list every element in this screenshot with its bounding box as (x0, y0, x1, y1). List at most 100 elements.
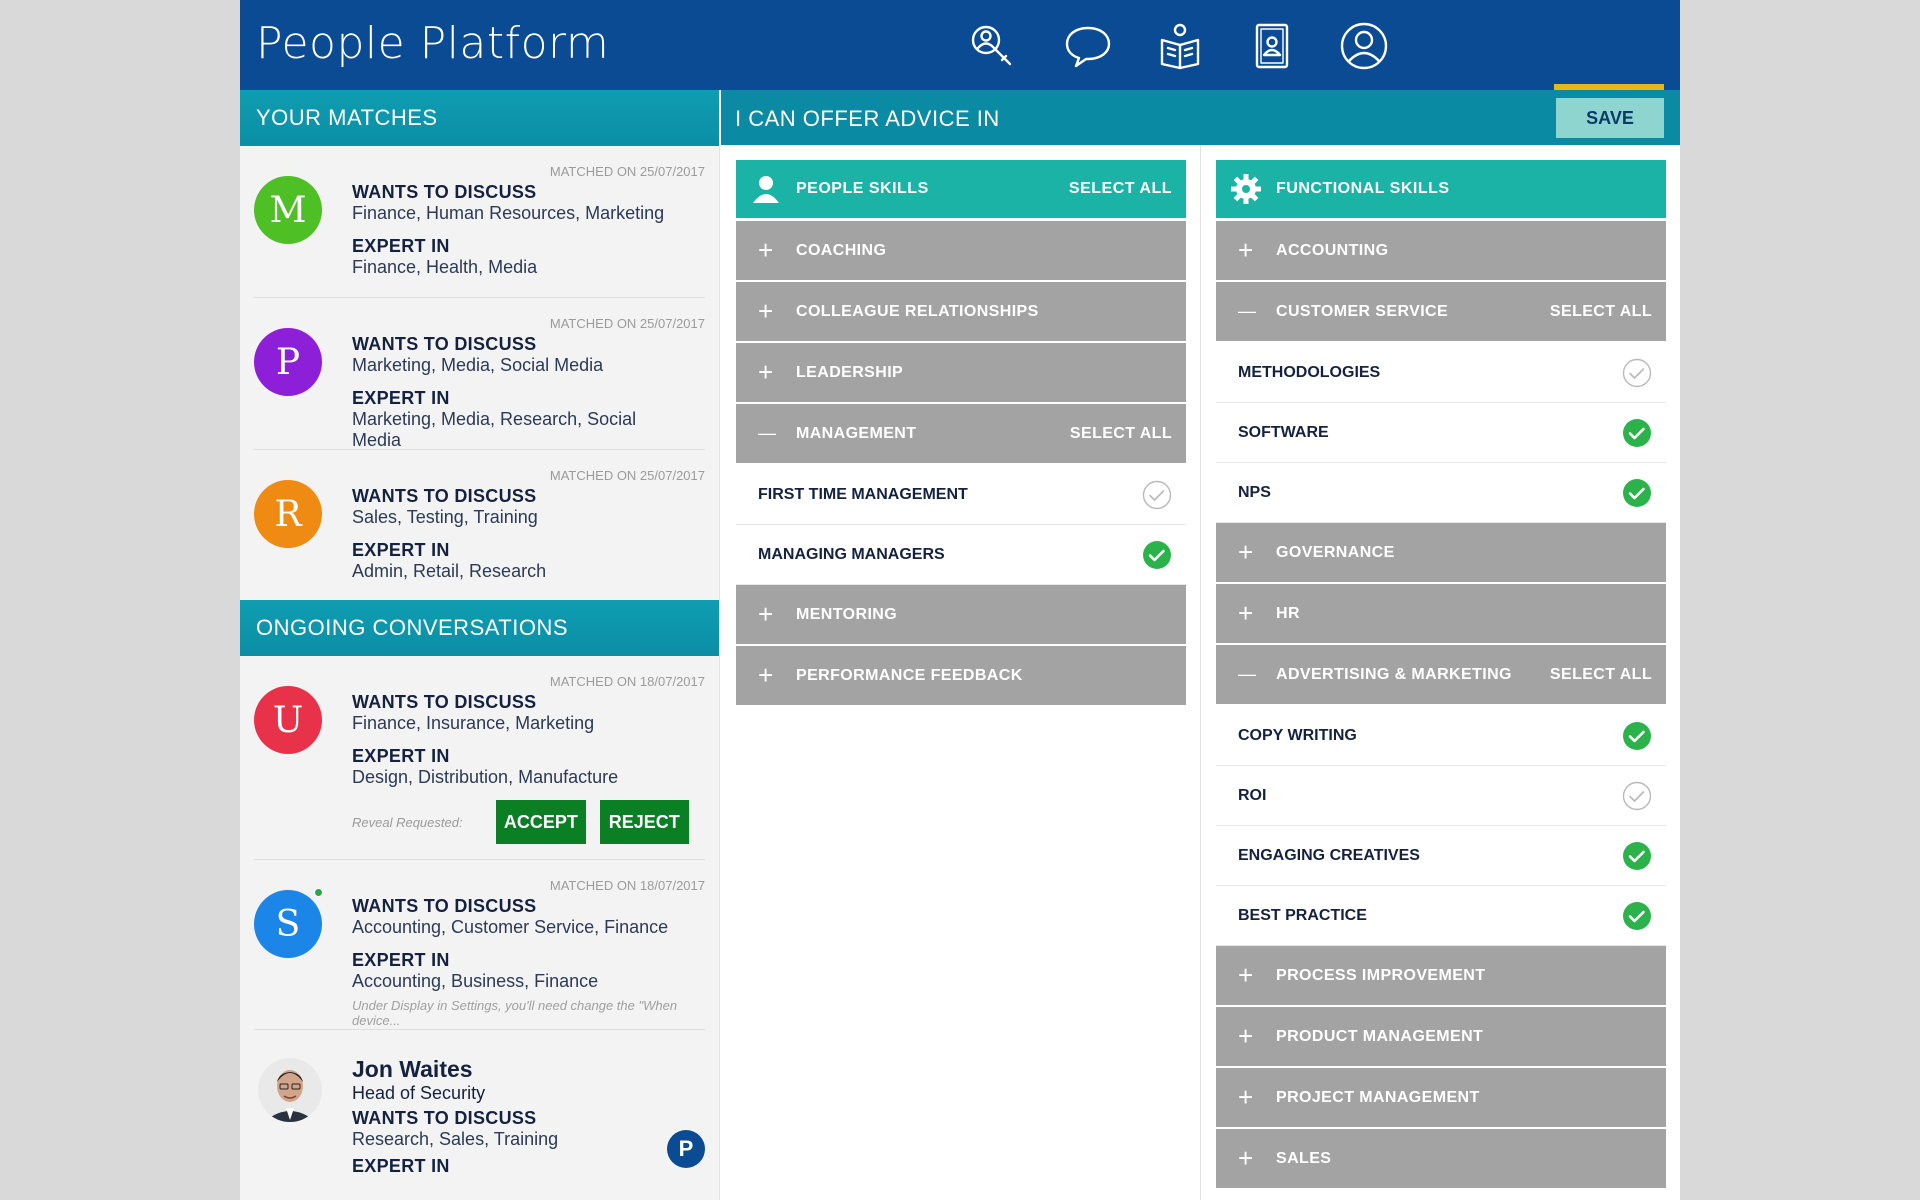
skill-group-hr[interactable]: + HR (1216, 584, 1666, 643)
skill-item-managing-managers[interactable]: MANAGING MANAGERS (736, 525, 1186, 585)
wants-value: Research, Sales, Training (352, 1129, 559, 1149)
expand-icon[interactable]: + (758, 357, 796, 388)
search-profile-icon[interactable] (962, 16, 1022, 76)
conversation-card[interactable]: Jon Waites Head of Security WANTS TO DIS… (254, 1030, 705, 1200)
profile-icon[interactable] (1334, 16, 1394, 76)
people-skills-column: PEOPLE SKILLS SELECT ALL + COACHING + COLLE… (736, 160, 1186, 707)
skill-item-methodologies[interactable]: METHODOLOGIES (1216, 343, 1666, 403)
skill-group-coaching[interactable]: + COACHING (736, 221, 1186, 280)
expand-icon[interactable]: + (1238, 598, 1276, 629)
checked-icon[interactable] (1142, 540, 1172, 570)
expand-icon[interactable]: + (758, 660, 796, 691)
wants-label: WANTS TO DISCUSS (352, 1108, 537, 1128)
skill-group-process-improvement[interactable]: + PROCESS IMPROVEMENT (1216, 946, 1666, 1005)
select-all-button[interactable]: SELECT ALL (1550, 666, 1652, 684)
people-skill-list: + COACHING + COLLEAGUE RELATIONSHIPS + LEADER… (736, 221, 1186, 705)
skill-item-engaging-creatives[interactable]: ENGAGING CREATIVES (1216, 826, 1666, 886)
skill-group-governance[interactable]: + GOVERNANCE (1216, 523, 1666, 582)
skill-item-roi[interactable]: ROI (1216, 766, 1666, 826)
match-card[interactable]: MATCHED ON 25/07/2017 R WANTS TO DISCUSS… (254, 450, 705, 600)
expand-icon[interactable]: + (1238, 537, 1276, 568)
wants-value: Marketing, Media, Social Media (352, 355, 604, 375)
unchecked-icon[interactable] (1142, 480, 1172, 510)
match-card[interactable]: MATCHED ON 25/07/2017 M WANTS TO DISCUSS… (254, 146, 705, 298)
chat-icon[interactable] (1058, 16, 1118, 76)
category-title: FUNCTIONAL SKILLS (1276, 180, 1450, 197)
expand-icon[interactable]: + (758, 235, 796, 266)
group-label: COACHING (796, 241, 887, 259)
ongoing-conversations-header: ONGOING CONVERSATIONS (240, 600, 719, 656)
skill-label: METHODOLOGIES (1238, 363, 1381, 381)
expand-icon[interactable]: + (1238, 1021, 1276, 1052)
unchecked-icon[interactable] (1622, 781, 1652, 811)
group-label: HR (1276, 604, 1300, 622)
collapse-icon[interactable]: — (758, 423, 796, 444)
save-button[interactable]: SAVE (1556, 98, 1664, 138)
group-label: ACCOUNTING (1276, 241, 1389, 259)
conversation-card[interactable]: MATCHED ON 18/07/2017 U WANTS TO DISCUSS… (254, 656, 705, 860)
skill-group-colleague-relationships[interactable]: + COLLEAGUE RELATIONSHIPS (736, 282, 1186, 341)
checked-icon[interactable] (1622, 721, 1652, 751)
contacts-book-icon[interactable] (1242, 16, 1302, 76)
skill-group-leadership[interactable]: + LEADERSHIP (736, 343, 1186, 402)
accept-button[interactable]: ACCEPT (496, 800, 586, 844)
skill-group-sales[interactable]: + SALES (1216, 1129, 1666, 1188)
expand-icon[interactable]: + (1238, 1143, 1276, 1174)
checked-icon[interactable] (1622, 418, 1652, 448)
reading-icon[interactable] (1150, 16, 1210, 76)
category-title: PEOPLE SKILLS (796, 180, 929, 197)
skill-item-copy-writing[interactable]: COPY WRITING (1216, 706, 1666, 766)
collapse-icon[interactable]: — (1238, 301, 1276, 322)
select-all-button[interactable]: SELECT ALL (1550, 303, 1652, 321)
skill-item-nps[interactable]: NPS (1216, 463, 1666, 523)
match-card[interactable]: MATCHED ON 25/07/2017 P WANTS TO DISCUSS… (254, 298, 705, 450)
expand-icon[interactable]: + (1238, 960, 1276, 991)
expand-icon[interactable]: + (758, 296, 796, 327)
skill-group-performance-feedback[interactable]: + PERFORMANCE FEEDBACK (736, 646, 1186, 705)
person-role: Head of Security (352, 1083, 486, 1103)
message-preview: Under Display in Settings, you'll need c… (352, 998, 678, 1028)
skill-group-accounting[interactable]: + ACCOUNTING (1216, 221, 1666, 280)
avatar: S (254, 890, 322, 958)
match-date: MATCHED ON 25/07/2017 (549, 164, 705, 179)
brand-logo[interactable]: People Platform (256, 18, 609, 69)
wants-label: WANTS TO DISCUSS (352, 692, 537, 712)
avatar: U (254, 686, 322, 754)
column-divider (1200, 145, 1201, 1200)
skill-item-best-practice[interactable]: BEST PRACTICE (1216, 886, 1666, 946)
skill-group-project-management[interactable]: + PROJECT MANAGEMENT (1216, 1068, 1666, 1127)
expand-icon[interactable]: + (1238, 235, 1276, 266)
reject-button[interactable]: REJECT (599, 800, 689, 844)
skill-group-mentoring[interactable]: + MENTORING (736, 585, 1186, 644)
skill-group-product-management[interactable]: + PRODUCT MANAGEMENT (1216, 1007, 1666, 1066)
skill-group-advertising-and-marketing[interactable]: — ADVERTISING & MARKETING SELECT ALL (1216, 645, 1666, 704)
group-label: CUSTOMER SERVICE (1276, 302, 1449, 320)
advice-title: I CAN OFFER ADVICE IN (735, 106, 1000, 131)
conversation-card[interactable]: MATCHED ON 18/07/2017 S WANTS TO DISCUSS… (254, 860, 705, 1030)
unchecked-icon[interactable] (1622, 358, 1652, 388)
expand-icon[interactable]: + (1238, 1082, 1276, 1113)
expert-label: EXPERT IN (352, 1156, 450, 1176)
checked-icon[interactable] (1622, 901, 1652, 931)
skill-label: NPS (1238, 483, 1271, 501)
group-label: PRODUCT MANAGEMENT (1276, 1027, 1484, 1045)
wants-label: WANTS TO DISCUSS (352, 334, 537, 354)
skill-group-management[interactable]: — MANAGEMENT SELECT ALL (736, 404, 1186, 463)
group-label: COLLEAGUE RELATIONSHIPS (796, 302, 1039, 320)
wants-value: Sales, Testing, Training (352, 507, 538, 527)
collapse-icon[interactable]: — (1238, 664, 1276, 685)
select-all-button[interactable]: SELECT ALL (1069, 180, 1172, 198)
skill-label: FIRST TIME MANAGEMENT (758, 485, 968, 503)
expert-value: Finance, Health, Media (352, 257, 538, 277)
select-all-button[interactable]: SELECT ALL (1070, 425, 1172, 443)
skill-item-software[interactable]: SOFTWARE (1216, 403, 1666, 463)
skill-item-first-time-management[interactable]: FIRST TIME MANAGEMENT (736, 465, 1186, 525)
functional-skills-header[interactable]: FUNCTIONAL SKILLS (1216, 160, 1666, 218)
expand-icon[interactable]: + (758, 599, 796, 630)
wants-value: Finance, Insurance, Marketing (352, 713, 595, 733)
checked-icon[interactable] (1622, 841, 1652, 871)
skill-group-customer-service[interactable]: — CUSTOMER SERVICE SELECT ALL (1216, 282, 1666, 341)
checked-icon[interactable] (1622, 478, 1652, 508)
skill-label: COPY WRITING (1238, 726, 1357, 744)
people-skills-header[interactable]: PEOPLE SKILLS SELECT ALL (736, 160, 1186, 218)
